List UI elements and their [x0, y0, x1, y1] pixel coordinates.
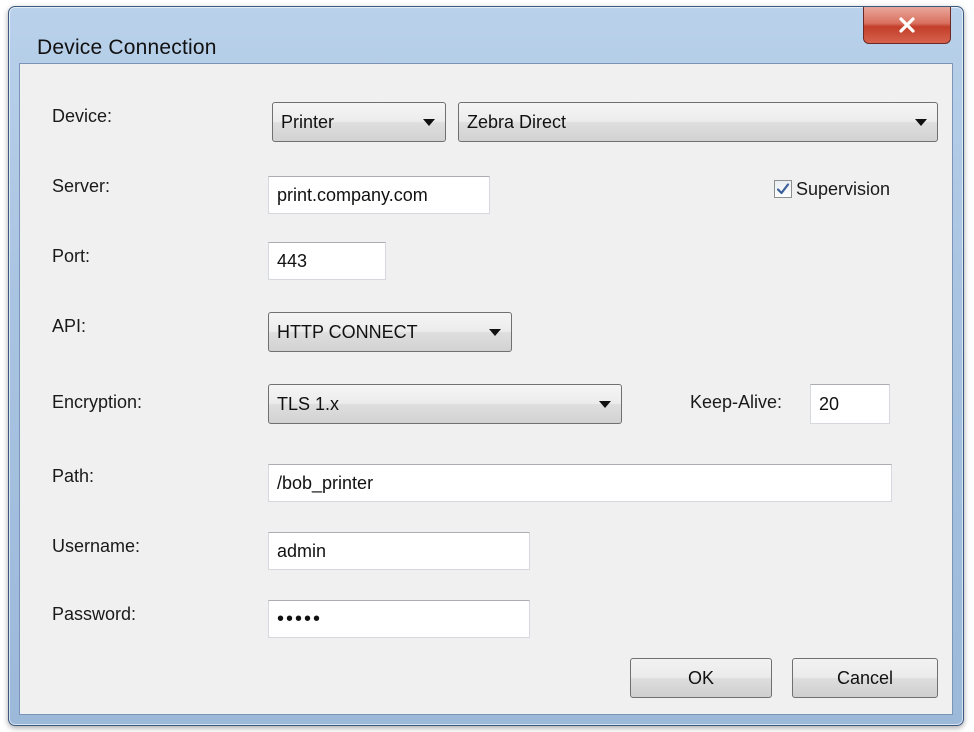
chevron-down-icon: [423, 119, 435, 126]
encryption-value: TLS 1.x: [277, 393, 340, 414]
server-label: Server:: [52, 176, 111, 196]
checkmark-icon: [776, 183, 790, 195]
username-input[interactable]: admin: [268, 532, 530, 570]
close-button[interactable]: [863, 7, 951, 44]
device-connection-window: Device Connection Device: Printer Zebra …: [8, 6, 964, 726]
cancel-button[interactable]: Cancel: [792, 658, 938, 698]
path-label: Path:: [52, 466, 95, 486]
api-label: API:: [52, 316, 87, 336]
chevron-down-icon: [489, 329, 501, 336]
close-icon: [899, 17, 915, 33]
device-model-value: Zebra Direct: [467, 111, 567, 132]
port-label: Port:: [52, 246, 91, 266]
api-value: HTTP CONNECT: [277, 321, 418, 342]
device-label: Device:: [52, 106, 113, 126]
device-model-select[interactable]: Zebra Direct: [458, 102, 938, 142]
supervision-label: Supervision: [796, 179, 891, 199]
keep-alive-label: Keep-Alive:: [690, 392, 783, 412]
dialog-body: Device: Printer Zebra Direct Server: pri…: [19, 63, 953, 715]
port-input[interactable]: 443: [268, 242, 386, 280]
password-mask: •••••: [277, 607, 323, 630]
encryption-label: Encryption:: [52, 392, 143, 412]
supervision-checkbox[interactable]: [774, 180, 792, 198]
keep-alive-input[interactable]: 20: [810, 384, 890, 424]
chevron-down-icon: [599, 401, 611, 408]
device-type-value: Printer: [281, 111, 335, 132]
password-input[interactable]: •••••: [268, 600, 530, 638]
username-label: Username:: [52, 536, 141, 556]
chevron-down-icon: [915, 119, 927, 126]
encryption-select[interactable]: TLS 1.x: [268, 384, 622, 424]
device-type-select[interactable]: Printer: [272, 102, 446, 142]
window-title: Device Connection: [37, 36, 217, 59]
password-label: Password:: [52, 604, 137, 624]
ok-button[interactable]: OK: [630, 658, 772, 698]
api-select[interactable]: HTTP CONNECT: [268, 312, 512, 352]
path-input[interactable]: /bob_printer: [268, 464, 892, 502]
server-input[interactable]: print.company.com: [268, 176, 490, 214]
